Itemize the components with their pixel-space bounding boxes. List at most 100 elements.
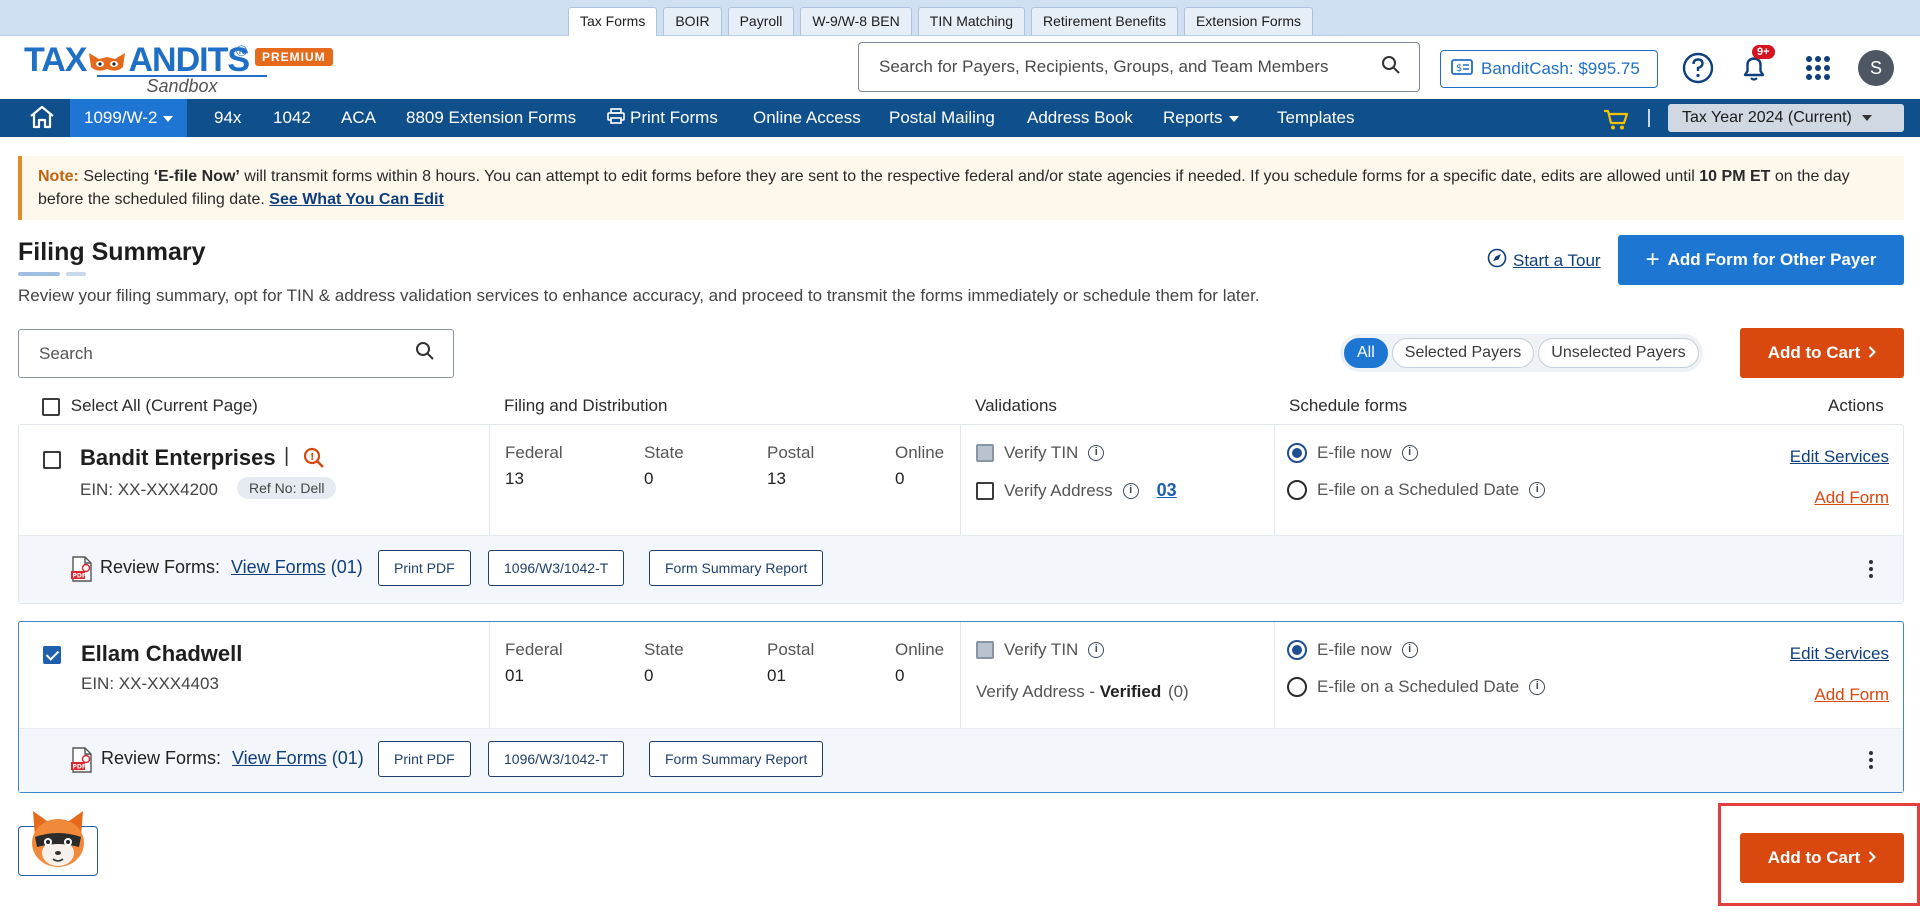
tax-year-select[interactable]: Tax Year 2024 (Current) [1668, 104, 1904, 132]
print-pdf-button[interactable]: Print PDF [378, 741, 471, 777]
select-all-checkbox[interactable] [42, 397, 60, 416]
product-tab-tax-forms[interactable]: Tax Forms [568, 7, 658, 36]
efile-now-option[interactable]: E-file now i [1287, 443, 1418, 463]
product-tab-boir[interactable]: BOIR [663, 7, 722, 35]
registered-mark: ® [236, 43, 248, 60]
product-tab-retirement-benefits[interactable]: Retirement Benefits [1031, 7, 1178, 35]
info-icon[interactable]: i [1529, 679, 1546, 695]
filter-unselected-payers[interactable]: Unselected Payers [1538, 338, 1699, 368]
verify-address-option[interactable]: Verify Address i 03 [976, 480, 1177, 501]
efile-scheduled-option[interactable]: E-file on a Scheduled Date i [1287, 677, 1546, 697]
search-icon[interactable] [1381, 55, 1401, 80]
postal-count: 01 [767, 666, 786, 685]
see-what-you-can-edit-link[interactable]: See What You Can Edit [269, 191, 444, 208]
efile-now-radio[interactable] [1287, 640, 1307, 660]
filter-selected-payers[interactable]: Selected Payers [1391, 338, 1535, 368]
more-options-icon[interactable] [1869, 560, 1873, 581]
efile-scheduled-radio[interactable] [1287, 480, 1307, 500]
nav-reports-dropdown[interactable]: Reports [1163, 99, 1239, 137]
add-to-cart-button-top[interactable]: Add to Cart [1740, 328, 1904, 378]
payer-filter-group: All Selected Payers Unselected Payers [1340, 334, 1703, 372]
form-summary-report-button[interactable]: Form Summary Report [649, 741, 824, 777]
chat-assistant-button[interactable] [18, 811, 98, 876]
verify-address-label: Verify Address [1004, 480, 1113, 500]
nav-templates[interactable]: Templates [1277, 99, 1354, 137]
help-icon[interactable] [1680, 50, 1716, 86]
header-schedule-forms: Schedule forms [1289, 396, 1408, 415]
verify-address-status-prefix: Verify Address [976, 682, 1085, 701]
cart-icon[interactable] [1603, 107, 1629, 131]
efile-now-label: E-file now [1317, 443, 1392, 462]
info-icon[interactable]: i [1401, 642, 1418, 658]
efile-now-option[interactable]: E-file now i [1287, 640, 1418, 660]
add-form-link[interactable]: Add Form [1814, 488, 1889, 508]
select-all-checkbox-row[interactable]: Select All (Current Page) [42, 396, 258, 416]
payer-select-checkbox[interactable] [43, 646, 61, 664]
info-icon[interactable]: i [1401, 445, 1418, 461]
verify-address-checkbox[interactable] [976, 481, 994, 500]
apps-grid-icon[interactable] [1800, 50, 1836, 86]
note-label: Note: [38, 168, 79, 185]
postal-label: Postal [767, 640, 815, 659]
info-icon[interactable]: i [1088, 642, 1105, 658]
view-forms-link[interactable]: View Forms [232, 748, 327, 768]
efile-scheduled-radio[interactable] [1287, 677, 1307, 697]
payer-card-top: Ellam Chadwell EIN: XX-XXX4403 Federal 0… [19, 622, 1903, 728]
start-tour-link[interactable]: Start a Tour [1487, 248, 1601, 273]
user-avatar[interactable]: S [1858, 50, 1894, 86]
info-icon[interactable]: i [1088, 445, 1105, 461]
verify-tin-checkbox[interactable] [976, 641, 994, 659]
verify-tin-option[interactable]: Verify TIN i [976, 640, 1105, 660]
transmittal-forms-button[interactable]: 1096/W3/1042-T [488, 741, 625, 777]
nav-94x[interactable]: 94x [214, 99, 241, 137]
verify-address-status-separator: - [1084, 682, 1100, 701]
nav-postal-mailing[interactable]: Postal Mailing [889, 99, 995, 137]
home-icon[interactable] [28, 104, 56, 132]
title-underline [18, 272, 60, 276]
info-icon[interactable]: i [1122, 482, 1139, 499]
taxbandits-logo[interactable]: TAX ANDITS ® PREMIUM Sandbox [24, 41, 344, 97]
note-deadline: 10 PM ET [1699, 168, 1771, 185]
filter-all[interactable]: All [1344, 338, 1388, 368]
nav-8809-extension-forms[interactable]: 8809 Extension Forms [406, 99, 576, 137]
column-divider [489, 425, 490, 535]
product-tab-tin-matching[interactable]: TIN Matching [917, 7, 1026, 35]
start-tour-label: Start a Tour [1513, 250, 1601, 270]
address-count-link[interactable]: 03 [1157, 480, 1177, 501]
nav-address-book[interactable]: Address Book [1027, 99, 1133, 137]
efile-now-radio[interactable] [1287, 443, 1307, 463]
more-options-icon[interactable] [1869, 751, 1873, 772]
search-icon[interactable] [415, 341, 435, 366]
product-tabs: Tax Forms BOIR Payroll W-9/W-8 BEN TIN M… [568, 7, 1314, 36]
add-form-other-payer-button[interactable]: + Add Form for Other Payer [1618, 235, 1904, 285]
nav-aca[interactable]: ACA [341, 99, 376, 137]
nav-1099-w2-dropdown[interactable]: 1099/W-2 [70, 99, 188, 137]
product-tab-payroll[interactable]: Payroll [727, 7, 795, 35]
payer-search-input[interactable]: Search [18, 329, 454, 378]
nav-print-forms[interactable]: Print Forms [607, 99, 718, 137]
verify-tin-checkbox[interactable] [976, 444, 994, 462]
form-summary-report-button[interactable]: Form Summary Report [649, 550, 824, 586]
nav-online-access[interactable]: Online Access [753, 99, 861, 137]
tin-search-icon[interactable]: ! [302, 446, 326, 475]
payer-select-checkbox[interactable] [43, 451, 61, 469]
product-tab-w9-w8ben[interactable]: W-9/W-8 BEN [800, 7, 912, 35]
page-title: Filing Summary [18, 238, 206, 266]
verify-tin-option[interactable]: Verify TIN i [976, 443, 1105, 463]
edit-services-link[interactable]: Edit Services [1790, 447, 1889, 467]
add-form-link[interactable]: Add Form [1814, 685, 1889, 705]
transmittal-forms-button[interactable]: 1096/W3/1042-T [488, 550, 625, 586]
print-pdf-button[interactable]: Print PDF [378, 550, 471, 586]
info-icon[interactable]: i [1529, 482, 1546, 498]
efile-scheduled-option[interactable]: E-file on a Scheduled Date i [1287, 480, 1546, 500]
global-search-input[interactable]: Search for Payers, Recipients, Groups, a… [858, 42, 1420, 92]
bandit-cash-button[interactable]: $ BanditCash: $995.75 [1440, 50, 1658, 88]
chevron-right-icon [1868, 343, 1877, 363]
nav-1042[interactable]: 1042 [273, 99, 311, 137]
add-to-cart-label: Add to Cart [1767, 343, 1861, 362]
edit-services-link[interactable]: Edit Services [1790, 644, 1889, 664]
reference-number-chip: Ref No: Dell [237, 477, 337, 499]
note-text-2: will transmit forms within 8 hours. You … [239, 168, 1700, 185]
product-tab-extension-forms[interactable]: Extension Forms [1183, 7, 1314, 35]
view-forms-link[interactable]: View Forms [231, 557, 326, 577]
